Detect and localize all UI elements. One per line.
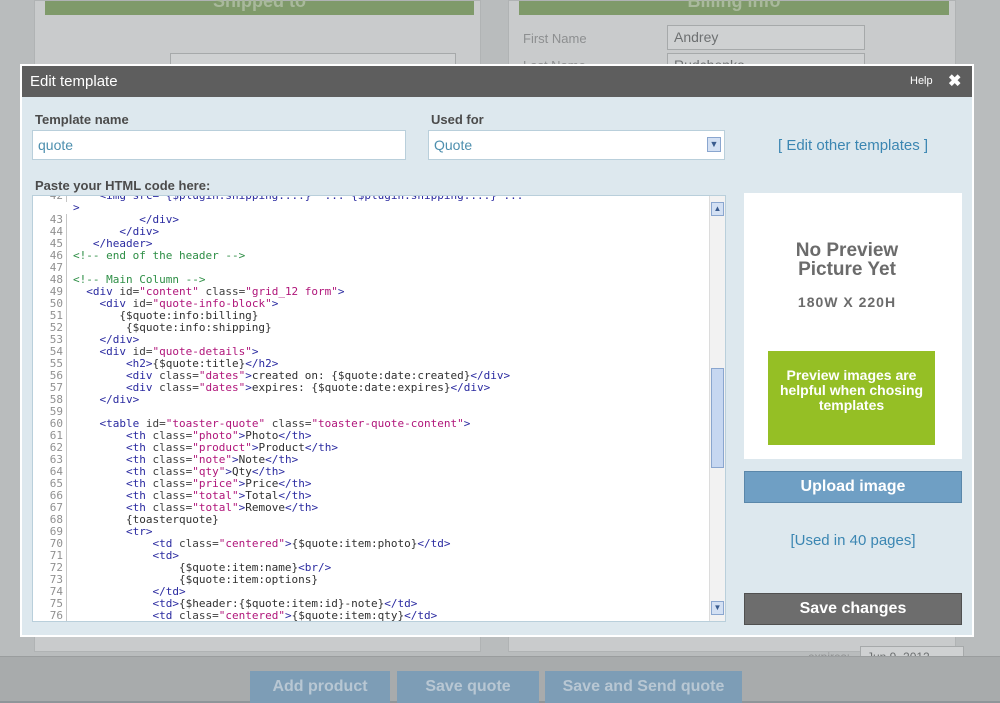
code-token: class= xyxy=(159,381,199,394)
edit-other-templates-link[interactable]: [ Edit other templates ] xyxy=(778,137,928,154)
help-link[interactable]: Help xyxy=(910,75,933,87)
code-token: Remove xyxy=(245,501,285,514)
code-token: > xyxy=(245,381,252,394)
code-token: </div> xyxy=(450,381,491,394)
code-token: </th> xyxy=(284,501,319,514)
save-changes-button[interactable]: Save changes xyxy=(744,593,962,625)
used-for-label: Used for xyxy=(431,112,484,127)
dialog-titlebar[interactable]: Edit template Help ✖ xyxy=(22,66,972,97)
code-token: expires: {$quote:date:expires} xyxy=(251,381,451,394)
code-token: </td> xyxy=(417,537,451,550)
code-token: <!-- end of the header --> xyxy=(73,249,246,262)
code-token: </th> xyxy=(304,441,338,454)
code-line[interactable]: 58 </div> xyxy=(33,394,709,406)
editor-scrollbar[interactable]: ▲ ▼ xyxy=(709,196,725,621)
shipped-to-heading: Shipped to xyxy=(45,0,474,15)
preview-size-text: 180W X 220H xyxy=(797,294,897,310)
no-preview-text: No Preview Picture Yet xyxy=(744,241,950,279)
code-line[interactable]: 76 <td class="centered">{$quote:item:qty… xyxy=(33,609,709,622)
line-number: 76 xyxy=(33,610,67,621)
code-line[interactable]: 46 <!-- end of the header --> xyxy=(33,250,709,262)
code-token: > xyxy=(284,609,292,622)
code-token: class= xyxy=(178,609,219,622)
code-token: "dates" xyxy=(198,381,246,394)
no-preview-line1: No Preview xyxy=(795,240,899,261)
scroll-down-icon[interactable]: ▼ xyxy=(711,601,724,615)
code-token: "centered" xyxy=(218,537,285,550)
code-content[interactable]: 42 <img src="{$plugin:shipping:...}" ...… xyxy=(33,195,709,622)
scroll-up-icon[interactable]: ▲ xyxy=(711,202,724,216)
code-token: {$quote:item:photo} xyxy=(291,537,418,550)
template-name-label: Template name xyxy=(35,112,129,127)
edit-template-dialog: Edit template Help ✖ Template name quote… xyxy=(20,64,974,637)
save-and-send-quote-button[interactable]: Save and Send quote xyxy=(545,671,742,703)
dialog-title: Edit template xyxy=(30,73,118,90)
code-token: </td> xyxy=(404,609,438,622)
line-number: 42 xyxy=(33,196,67,202)
preview-image-box: No Preview Picture Yet 180W X 220H Previ… xyxy=(744,193,962,459)
code-token: <td xyxy=(73,609,179,622)
save-quote-button[interactable]: Save quote xyxy=(397,671,539,703)
no-preview-line2: Picture Yet xyxy=(798,259,896,280)
code-token: "centered" xyxy=(218,609,285,622)
add-product-button[interactable]: Add product xyxy=(250,671,390,703)
scrollbar-thumb[interactable] xyxy=(711,368,724,468)
chevron-down-icon[interactable]: ▼ xyxy=(707,137,721,152)
billing-info-heading: Billing info xyxy=(519,0,949,15)
close-icon[interactable]: ✖ xyxy=(948,71,961,91)
code-token: > xyxy=(463,417,471,430)
code-token: </div> xyxy=(73,393,140,406)
paste-html-label: Paste your HTML code here: xyxy=(35,178,211,193)
preview-helper-badge: Preview images are helpful when chosing … xyxy=(768,351,935,445)
upload-image-button[interactable]: Upload image xyxy=(744,471,962,503)
code-token: > xyxy=(284,537,292,550)
code-token: > xyxy=(337,285,345,298)
code-token: "toaster-quote-content" xyxy=(311,417,464,430)
code-token: > xyxy=(271,297,279,310)
first-name-input[interactable]: Andrey xyxy=(667,25,865,50)
template-name-input[interactable]: quote xyxy=(32,130,406,160)
code-token: {$quote:item:qty} xyxy=(291,609,405,622)
code-token: <img src="{$plugin:shipping:...}" ... {$… xyxy=(99,195,524,202)
code-line[interactable]: 42 <img src="{$plugin:shipping:...}" ...… xyxy=(33,195,709,202)
code-token: class= xyxy=(178,537,219,550)
used-for-select[interactable]: Quote ▼ xyxy=(428,130,725,160)
html-code-editor[interactable]: 42 <img src="{$plugin:shipping:...}" ...… xyxy=(32,195,726,622)
used-for-value: Quote xyxy=(434,137,473,153)
first-name-label: First Name xyxy=(523,31,587,46)
used-in-pages-link[interactable]: [Used in 40 pages] xyxy=(744,532,962,549)
